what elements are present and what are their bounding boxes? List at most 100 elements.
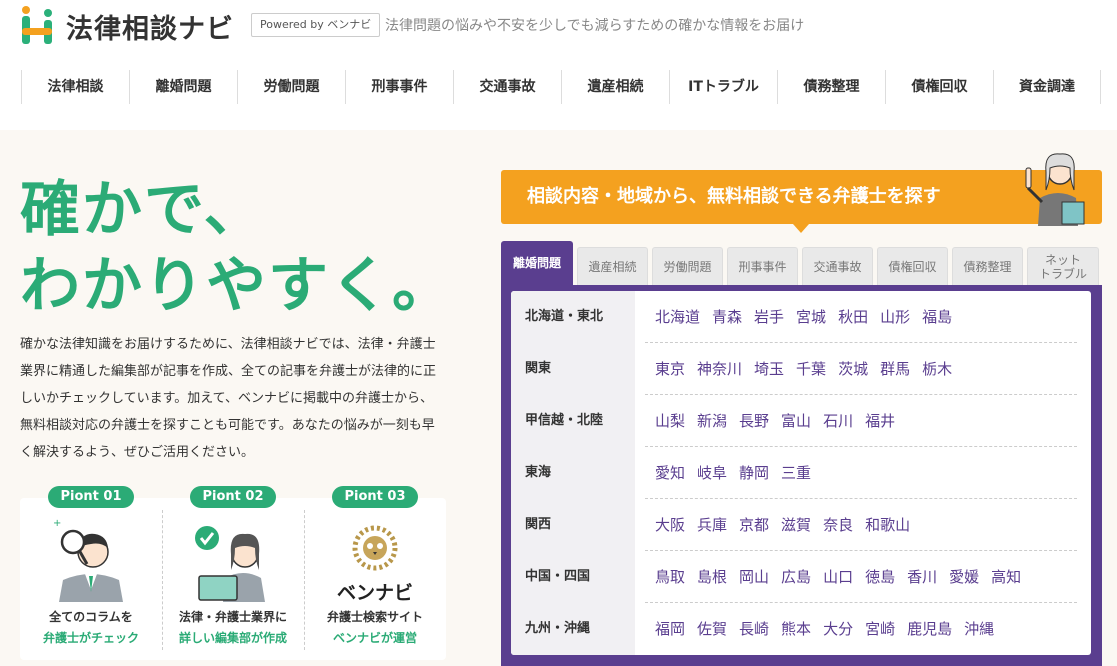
point-text-2: ベンナビが運営 [332,631,417,645]
region-row-kanto: 関東 東京 神奈川 埼玉 千葉 茨城 群馬 栃木 [511,343,1091,395]
pref-link[interactable]: 長野 [739,395,769,447]
point-badge: Piont 01 [48,486,134,508]
pref-link[interactable]: 鳥取 [655,551,685,603]
pref-link[interactable]: 富山 [781,395,811,447]
bennavi-logo-text: ベンナビ [336,582,413,604]
pref-link[interactable]: 鹿児島 [907,603,952,655]
pref-link[interactable]: 埼玉 [754,343,784,395]
nav-item-it-trouble[interactable]: ITトラブル [669,70,777,104]
pref-link[interactable]: 山口 [823,551,853,603]
pref-link[interactable]: 新潟 [697,395,727,447]
site-logo[interactable]: 法律相談ナビ [20,6,234,46]
pref-link[interactable]: 秋田 [838,291,868,343]
hero-title: 確かで、 わかりやすく。 [20,172,454,324]
hero-title-line1: 確かで、 [20,175,266,245]
tab-debt[interactable]: 債務整理 [952,247,1023,285]
point-card-1: Piont 01 + 全てのコラムを 弁護士がチェック [20,486,162,660]
pref-link[interactable]: 群馬 [880,343,910,395]
pref-link[interactable]: 岡山 [739,551,769,603]
pref-link[interactable]: 熊本 [781,603,811,655]
pref-link[interactable]: 高知 [991,551,1021,603]
prefecture-links: 東京 神奈川 埼玉 千葉 茨城 群馬 栃木 [655,343,964,395]
pref-link[interactable]: 青森 [712,291,742,343]
nav-item-inheritance[interactable]: 遺産相続 [561,70,669,104]
region-label: 九州・沖縄 [511,603,635,655]
pref-link[interactable]: 大阪 [655,499,685,551]
pref-link[interactable]: 宮崎 [865,603,895,655]
nav-item-labor[interactable]: 労働問題 [237,70,345,104]
pref-link[interactable]: 福島 [922,291,952,343]
point-text-1: 弁護士検索サイト [326,610,423,624]
region-row-tokai: 東海 愛知 岐阜 静岡 三重 [511,447,1091,499]
pref-link[interactable]: 長崎 [739,603,769,655]
pref-link[interactable]: 佐賀 [697,603,727,655]
tab-criminal[interactable]: 刑事事件 [727,247,798,285]
region-row-kyushu-okinawa: 九州・沖縄 福岡 佐賀 長崎 熊本 大分 宮崎 鹿児島 沖縄 [511,603,1091,655]
hero-title-line2: わかりやすく。 [20,251,454,321]
hero-section: 確かで、 わかりやすく。 確かな法律知識をお届けするために、法律相談ナビでは、法… [0,130,1117,666]
pref-link[interactable]: 岩手 [754,291,784,343]
point-badge: Piont 03 [332,486,418,508]
tab-collection[interactable]: 債権回収 [877,247,948,285]
pref-link[interactable]: 栃木 [922,343,952,395]
pref-link[interactable]: 兵庫 [697,499,727,551]
pref-link[interactable]: 千葉 [796,343,826,395]
search-banner: 相談内容・地域から、無料相談できる弁護士を探す [501,170,1102,233]
pref-link[interactable]: 大分 [823,603,853,655]
logo-text: 法律相談ナビ [66,13,234,45]
nav-item-funding[interactable]: 資金調達 [993,70,1101,104]
pref-link[interactable]: 京都 [739,499,769,551]
svg-text:+: + [53,518,61,529]
nav-item-traffic-accident[interactable]: 交通事故 [453,70,561,104]
nav-item-legal-consultation[interactable]: 法律相談 [21,70,129,104]
check-person-icon [195,526,265,602]
tab-traffic-accident[interactable]: 交通事故 [802,247,873,285]
pref-link[interactable]: 滋賀 [781,499,811,551]
pref-link[interactable]: 宮城 [796,291,826,343]
pref-link[interactable]: 沖縄 [964,603,994,655]
nav-item-criminal[interactable]: 刑事事件 [345,70,453,104]
prefecture-links: 山梨 新潟 長野 富山 石川 福井 [655,395,907,447]
pref-link[interactable]: 愛知 [655,447,685,499]
tab-net-trouble[interactable]: ネット トラブル [1027,247,1099,285]
tab-divorce[interactable]: 離婚問題 [501,241,573,285]
pref-link[interactable]: 奈良 [823,499,853,551]
nav-item-debt[interactable]: 債務整理 [777,70,885,104]
nav-item-collection[interactable]: 債権回収 [885,70,993,104]
hero-description: 確かな法律知識をお届けするために、法律相談ナビでは、法律・弁護士業界に精通した編… [20,337,437,460]
pref-link[interactable]: 福岡 [655,603,685,655]
pref-link[interactable]: 愛媛 [949,551,979,603]
point-text-1: 法律・弁護士業界に [178,610,287,624]
prefecture-links: 愛知 岐阜 静岡 三重 [655,447,823,499]
pref-link[interactable]: 石川 [823,395,853,447]
pref-link[interactable]: 山梨 [655,395,685,447]
pref-link[interactable]: 徳島 [865,551,895,603]
region-panel: 北海道・東北 北海道 青森 岩手 宮城 秋田 山形 福島 関東 東京 神奈川 埼玉 千葉 茨城 群馬栃… [501,285,1102,666]
pref-link[interactable]: 福井 [865,395,895,447]
category-nav: 法律相談 離婚問題 労働問題 刑事事件 交通事故 遺産相続 ITトラブル 債務整… [21,70,1101,104]
pref-link[interactable]: 広島 [781,551,811,603]
pref-link[interactable]: 静岡 [739,447,769,499]
region-row-koshinetsu-hokuriku: 甲信越・北陸 山梨 新潟 長野 富山 石川 福井 [511,395,1091,447]
prefecture-links: 福岡 佐賀 長崎 熊本 大分 宮崎 鹿児島 沖縄 [655,603,1006,655]
powered-by-badge[interactable]: Powered by ベンナビ [251,13,381,37]
logo-mark-icon [20,6,60,46]
pref-link[interactable]: 岐阜 [697,447,727,499]
prefecture-links: 鳥取 島根 岡山 広島 山口 徳島 香川 愛媛 高知 [655,551,1033,603]
point-text-1: 全てのコラムを [49,610,133,624]
pref-link[interactable]: 和歌山 [865,499,910,551]
pref-link[interactable]: 香川 [907,551,937,603]
point-text-2: 詳しい編集部が作成 [178,631,287,645]
magnifier-person-icon: + [53,518,123,602]
nav-item-divorce[interactable]: 離婚問題 [129,70,237,104]
pref-link[interactable]: 神奈川 [697,343,742,395]
pref-link[interactable]: 島根 [697,551,727,603]
pref-link[interactable]: 北海道 [655,291,700,343]
pref-link[interactable]: 茨城 [838,343,868,395]
pref-link[interactable]: 東京 [655,343,685,395]
pref-link[interactable]: 山形 [880,291,910,343]
prefecture-links: 大阪 兵庫 京都 滋賀 奈良 和歌山 [655,499,922,551]
pref-link[interactable]: 三重 [781,447,811,499]
tab-labor[interactable]: 労働問題 [652,247,723,285]
tab-inheritance[interactable]: 遺産相続 [577,247,648,285]
